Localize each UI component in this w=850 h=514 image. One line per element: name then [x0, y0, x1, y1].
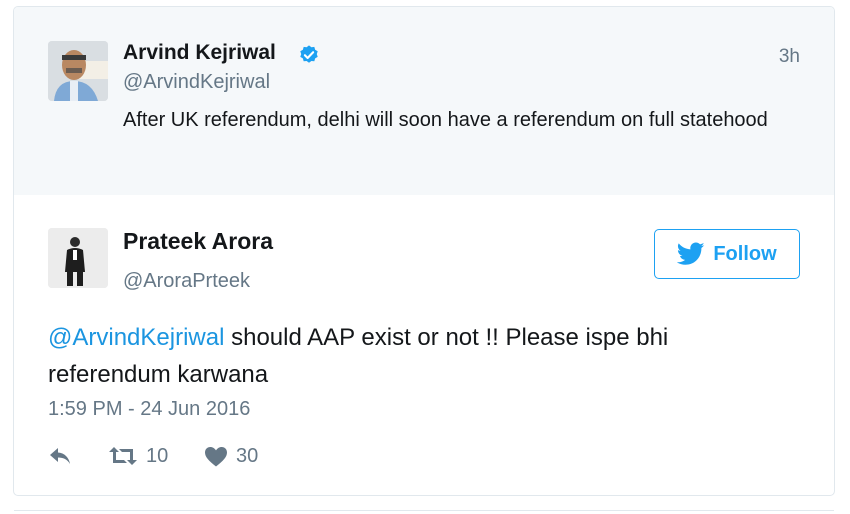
reply-author-name[interactable]: Prateek Arora	[123, 228, 273, 255]
parent-time-ago[interactable]: 3h	[779, 46, 800, 68]
retweet-count: 10	[146, 444, 169, 467]
tweet-actions: 10 30	[48, 441, 258, 471]
reply-author-handle[interactable]: @AroraPrteek	[123, 270, 250, 293]
retweet-action[interactable]: 10	[108, 445, 204, 468]
embedded-tweet-card: Arvind Kejriwal @ArvindKejriwal 3h After…	[13, 6, 835, 496]
heart-icon	[205, 446, 227, 466]
follow-label: Follow	[713, 242, 777, 265]
parent-author-handle[interactable]: @ArvindKejriwal	[123, 71, 270, 94]
parent-tweet[interactable]: Arvind Kejriwal @ArvindKejriwal 3h After…	[14, 7, 834, 195]
retweet-icon	[109, 447, 137, 465]
divider	[14, 510, 834, 511]
mention-link[interactable]: @ArvindKejriwal	[48, 324, 224, 351]
parent-tweet-text: After UK referendum, delhi will soon hav…	[123, 109, 768, 131]
reply-timestamp[interactable]: 1:59 PM - 24 Jun 2016	[48, 398, 250, 421]
like-action[interactable]: 30	[204, 445, 258, 468]
avatar-image	[48, 41, 108, 101]
twitter-bird-icon	[677, 242, 705, 265]
follow-button[interactable]: Follow	[654, 229, 800, 279]
like-count: 30	[236, 444, 259, 467]
reply-tweet-text: @ArvindKejriwal should AAP exist or not …	[48, 319, 788, 393]
avatar-prateek-arora[interactable]	[48, 228, 108, 288]
parent-author-name[interactable]: Arvind Kejriwal	[123, 41, 276, 65]
reply-icon	[50, 448, 70, 464]
avatar-arvind-kejriwal[interactable]	[48, 41, 108, 101]
reply-action[interactable]	[48, 446, 108, 466]
verified-badge-icon	[300, 45, 318, 63]
avatar-image	[48, 228, 108, 288]
